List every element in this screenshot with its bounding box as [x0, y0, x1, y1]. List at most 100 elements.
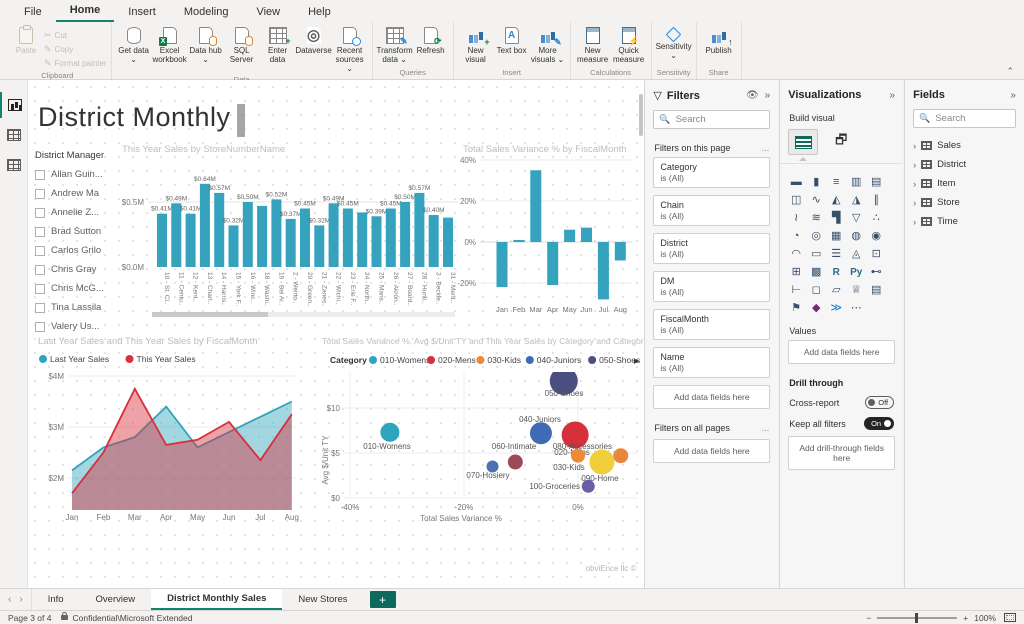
bar[interactable] — [285, 218, 296, 267]
fields-search-input[interactable]: 🔍 Search — [913, 109, 1016, 128]
hundred-stacked-column-chart-icon[interactable]: ◫ — [787, 193, 805, 209]
filter-card-category[interactable]: Category is (All) — [653, 157, 771, 188]
bar-chart-scroll-thumb[interactable] — [152, 312, 268, 317]
bar[interactable] — [157, 213, 167, 267]
section-more-icon[interactable]: ... — [762, 423, 770, 433]
new-visual-button[interactable]: + New visual — [458, 24, 494, 64]
fit-to-page-icon[interactable] — [1004, 613, 1016, 622]
field-table-item[interactable]: › Item — [905, 174, 1024, 193]
more-visuals-icon[interactable]: ⋯ — [847, 301, 865, 317]
bubble-040-juniors[interactable] — [529, 422, 552, 445]
expand-icon[interactable]: › — [913, 141, 916, 151]
ribbon-tab-file[interactable]: File — [10, 3, 56, 22]
data-view-icon[interactable] — [0, 122, 28, 148]
page-tab-overview[interactable]: Overview — [80, 589, 152, 610]
all-filters-add-field[interactable]: Add data fields here — [653, 439, 771, 463]
column[interactable] — [530, 170, 542, 242]
bar[interactable] — [357, 212, 368, 267]
filter-card-chain[interactable]: Chain is (All) — [653, 195, 771, 226]
prev-page-icon[interactable]: ‹ — [8, 594, 11, 605]
ribbon-tab-help[interactable]: Help — [294, 3, 345, 22]
dataverse-button[interactable]: ◎ Dataverse — [295, 24, 332, 55]
column[interactable] — [513, 239, 525, 242]
bar[interactable] — [371, 216, 382, 267]
page-tab-district-monthly-sales[interactable]: District Monthly Sales — [151, 589, 283, 610]
ribbon-tab-home[interactable]: Home — [55, 1, 115, 22]
data-hub-button[interactable]: Data hub ⌄ — [188, 24, 224, 64]
funnel-chart-icon[interactable]: ▽ — [847, 211, 865, 227]
bar[interactable] — [171, 203, 182, 267]
values-add-field[interactable]: Add data fields here — [788, 340, 896, 364]
ribbon-tab-view[interactable]: View — [242, 3, 294, 22]
new-page-button[interactable]: + — [369, 591, 396, 608]
sensitivity-button[interactable]: Sensitivity ⌄ — [656, 24, 692, 60]
python-icon[interactable]: Py — [847, 265, 865, 281]
format-visual-tab[interactable]: 🗗 — [826, 129, 856, 155]
gauge-icon[interactable]: ◠ — [787, 247, 805, 263]
filter-card-fiscalmonth[interactable]: FiscalMonth is (All) — [653, 309, 771, 340]
kpi-icon[interactable]: ◬ — [847, 247, 865, 263]
arcgis-map-icon[interactable]: ⚑ — [787, 301, 805, 317]
stacked-bar-chart-icon[interactable]: ▬ — [787, 175, 805, 191]
line-clustered-column-chart-icon[interactable]: ≀ — [787, 211, 805, 227]
filled-map-icon[interactable]: ◉ — [867, 229, 885, 245]
collapse-pane-icon[interactable]: » — [890, 90, 896, 101]
bar[interactable] — [414, 192, 425, 267]
stacked-column-chart-icon[interactable]: ▮ — [807, 175, 825, 191]
line-chart-icon[interactable]: ∿ — [807, 193, 825, 209]
bubble-010-womens[interactable] — [380, 422, 400, 442]
zoom-out-icon[interactable]: − — [866, 613, 871, 623]
svg-text:▶[interactable]: ▶ — [634, 358, 640, 365]
waterfall-chart-icon[interactable]: ▜ — [827, 211, 845, 227]
recent-sources-button[interactable]: Recent sources ⌄ — [332, 24, 368, 74]
column[interactable] — [614, 242, 626, 261]
smart-narrative-icon[interactable]: ▱ — [827, 283, 845, 299]
bar[interactable] — [342, 208, 353, 268]
map-icon[interactable]: ◍ — [847, 229, 865, 245]
matrix-icon[interactable]: ▩ — [807, 265, 825, 281]
field-table-district[interactable]: › District — [905, 155, 1024, 174]
paginated-report-icon[interactable]: ▤ — [867, 283, 885, 299]
bar[interactable] — [400, 202, 411, 267]
copy-button[interactable]: ✎ Copy — [44, 44, 107, 55]
ribbon-chart-icon[interactable]: ≋ — [807, 211, 825, 227]
bar[interactable] — [428, 215, 439, 267]
canvas-scrollbar[interactable] — [639, 94, 644, 136]
collapse-ribbon-icon[interactable]: ⌃ — [1006, 66, 1014, 77]
collapse-pane-icon[interactable]: » — [765, 90, 771, 101]
filter-card-name[interactable]: Name is (All) — [653, 347, 771, 378]
bar[interactable] — [228, 225, 239, 267]
bar[interactable] — [199, 183, 210, 267]
donut-chart-icon[interactable]: ◎ — [807, 229, 825, 245]
ribbon-tab-modeling[interactable]: Modeling — [170, 3, 243, 22]
expand-icon[interactable]: › — [913, 160, 916, 170]
slicer-icon[interactable]: ⊡ — [867, 247, 885, 263]
transform-data-button[interactable]: ✎ Transform data ⌄ — [377, 24, 413, 64]
column[interactable] — [597, 242, 609, 300]
bubble-100-groceries[interactable] — [581, 479, 595, 493]
power-automate-icon[interactable]: ≫ — [827, 301, 845, 317]
clustered-column-chart-icon[interactable]: ▥ — [847, 175, 865, 191]
metrics-icon[interactable]: ♕ — [847, 283, 865, 299]
expand-icon[interactable]: › — [913, 179, 916, 189]
collapse-pane-icon[interactable]: » — [1010, 90, 1016, 101]
field-table-time[interactable]: › Time — [905, 212, 1024, 231]
report-view-icon[interactable] — [0, 92, 28, 118]
clustered-bar-chart-icon[interactable]: ≡ — [827, 175, 845, 191]
treemap-icon[interactable]: ▦ — [827, 229, 845, 245]
field-table-store[interactable]: › Store — [905, 193, 1024, 212]
area-chart-icon[interactable]: ◭ — [827, 193, 845, 209]
sql-server-button[interactable]: SQL Server — [224, 24, 260, 64]
expand-icon[interactable]: › — [913, 217, 916, 227]
next-page-icon[interactable]: › — [19, 594, 22, 605]
filter-card-dm[interactable]: DM is (All) — [653, 271, 771, 302]
bar[interactable] — [443, 217, 453, 267]
table-icon[interactable]: ⊞ — [787, 265, 805, 281]
stacked-area-chart-icon[interactable]: ◮ — [847, 193, 865, 209]
drill-through-add-field[interactable]: Add drill-through fields here — [788, 436, 896, 470]
scatter-chart-icon[interactable]: ∴ — [867, 211, 885, 227]
build-visual-tab[interactable] — [788, 129, 819, 161]
field-table-sales[interactable]: › Sales — [905, 136, 1024, 155]
publish-button[interactable]: ↑ Publish — [701, 24, 737, 55]
paste-button[interactable]: Paste — [8, 24, 44, 55]
